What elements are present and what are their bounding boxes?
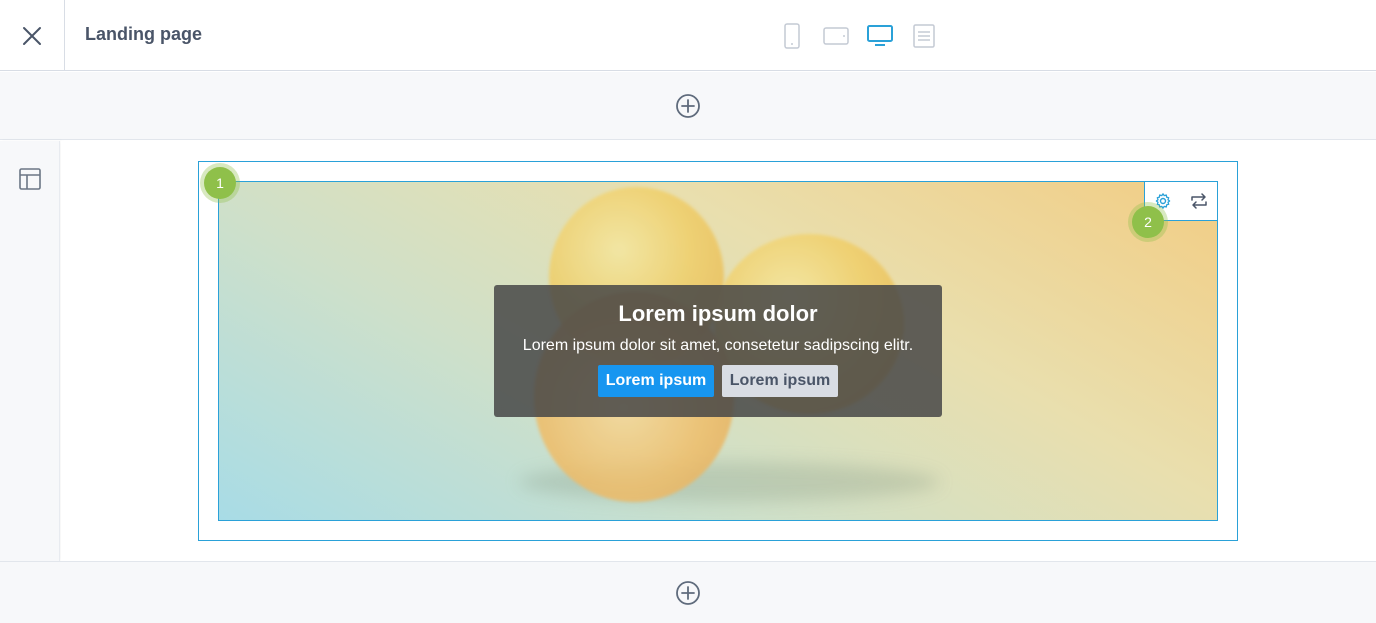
top-bar: Landing page (0, 0, 1376, 71)
plus-circle-icon (676, 580, 700, 605)
add-section-bottom-row (0, 561, 1376, 623)
hero-title: Lorem ipsum dolor (618, 301, 818, 326)
add-section-top-button[interactable] (675, 93, 701, 119)
hero-text: Lorem ipsum dolor sit amet, consetetur s… (522, 337, 914, 354)
hotspot-badge-1[interactable]: 1 (204, 167, 236, 199)
hero-primary-button[interactable]: Lorem ipsum (598, 365, 714, 397)
gear-icon (1155, 193, 1171, 209)
plus-circle-icon (676, 93, 700, 118)
layout-button[interactable] (18, 167, 42, 191)
left-sidebar (0, 141, 60, 561)
swap-button[interactable] (1187, 189, 1211, 213)
hotspot-badge-2[interactable]: 2 (1132, 206, 1164, 238)
layout-icon (19, 168, 41, 190)
device-switcher (770, 18, 946, 54)
hero-buttons: Lorem ipsum Lorem ipsum (494, 365, 942, 397)
device-mobile-button[interactable] (770, 18, 814, 54)
device-tablet-button[interactable] (814, 18, 858, 54)
tablet-icon (823, 27, 849, 45)
desktop-icon (867, 25, 893, 46)
add-section-top-row (0, 72, 1376, 140)
add-section-bottom-button[interactable] (675, 580, 701, 606)
device-list-button[interactable] (902, 18, 946, 54)
hero-secondary-button[interactable]: Lorem ipsum (722, 365, 838, 397)
close-button[interactable] (0, 0, 65, 71)
device-desktop-button[interactable] (858, 18, 902, 54)
page-title: Landing page (85, 24, 202, 44)
list-view-icon (913, 24, 935, 48)
swap-icon (1191, 193, 1207, 209)
close-icon (23, 26, 41, 45)
mobile-icon (784, 23, 800, 49)
hero-card: Lorem ipsum dolor Lorem ipsum dolor sit … (494, 285, 942, 417)
